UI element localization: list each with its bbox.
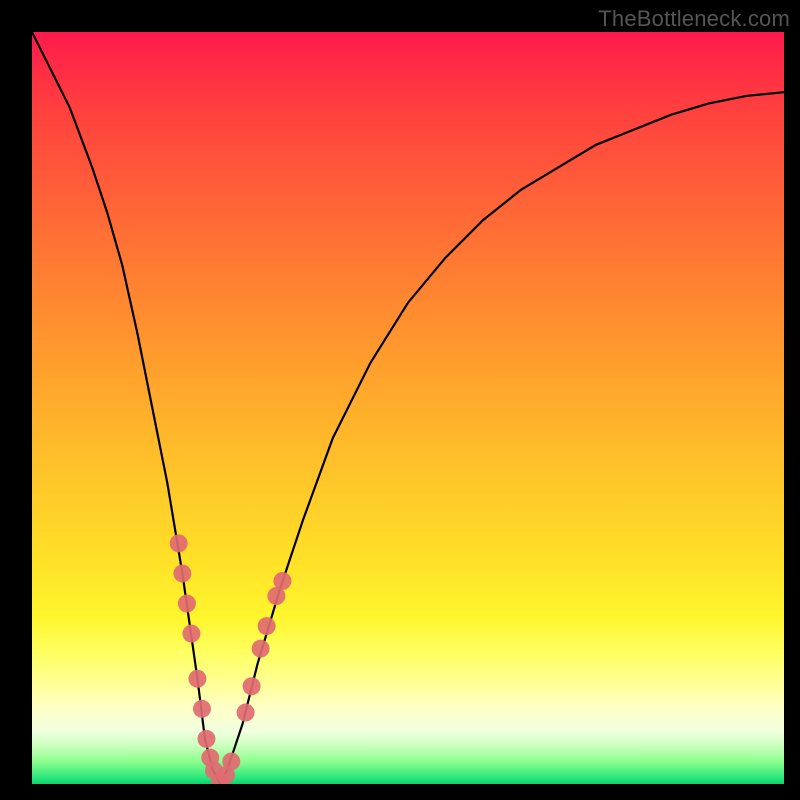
curve-marker — [182, 625, 200, 643]
curve-marker — [258, 617, 276, 635]
marker-layer — [170, 534, 292, 784]
watermark-text: TheBottleneck.com — [598, 6, 790, 32]
plot-area — [32, 32, 784, 784]
curve-marker — [237, 704, 255, 722]
chart-frame: TheBottleneck.com — [0, 0, 800, 800]
curve-marker — [273, 572, 291, 590]
chart-svg — [32, 32, 784, 784]
bottleneck-curve — [32, 32, 784, 784]
curve-marker — [197, 730, 215, 748]
curve-marker — [222, 752, 240, 770]
curve-marker — [252, 640, 270, 658]
curve-marker — [173, 564, 191, 582]
curve-marker — [243, 677, 261, 695]
curve-marker — [178, 595, 196, 613]
curve-marker — [193, 700, 211, 718]
curve-marker — [170, 534, 188, 552]
curve-layer — [32, 32, 784, 784]
curve-marker — [188, 670, 206, 688]
